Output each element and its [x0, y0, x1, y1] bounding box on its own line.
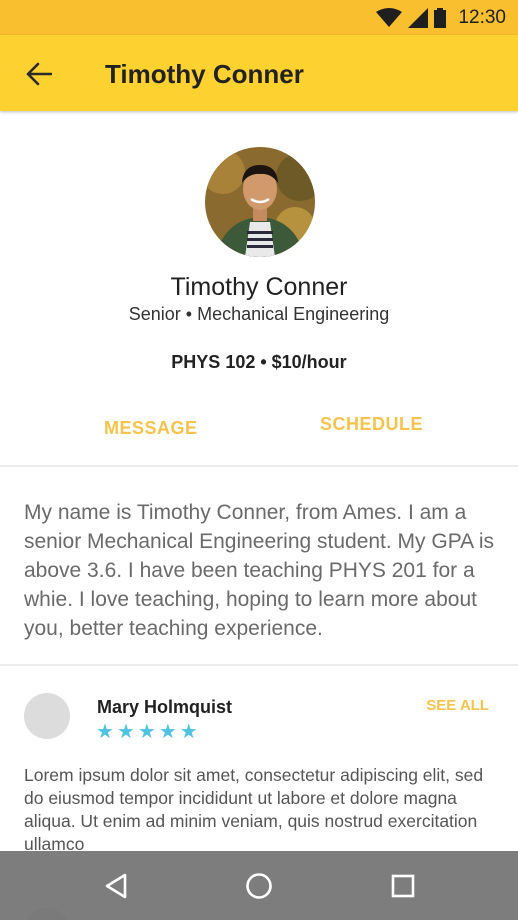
- rating-stars: ★ ★ ★ ★ ★: [96, 721, 198, 743]
- schedule-button[interactable]: SCHEDULE: [320, 414, 423, 435]
- course-rate: PHYS 102 • $10/hour: [171, 352, 347, 372]
- nav-recents-icon: [391, 874, 415, 898]
- profile-subtitle: Senior • Mechanical Engineering: [128, 304, 390, 324]
- nav-home-icon: [246, 873, 272, 899]
- divider: [0, 664, 518, 666]
- status-icons: 12:30: [376, 6, 506, 30]
- review-avatar: [24, 693, 70, 739]
- profile-name: Timothy Conner: [170, 273, 348, 301]
- review-text: Lorem ipsum dolor sit amet, consectetur …: [24, 765, 484, 854]
- star-icon: ★: [179, 721, 198, 743]
- star-icon: ★: [158, 721, 177, 743]
- bio-text: My name is Timothy Conner, from Ames. I …: [24, 501, 495, 640]
- status-time: 12:30: [458, 7, 506, 28]
- nav-back-button[interactable]: [96, 867, 136, 905]
- cell-signal-icon: [408, 8, 429, 28]
- divider: [0, 465, 518, 467]
- nav-home-button[interactable]: [239, 867, 279, 905]
- reviewer-name: Mary Holmquist: [97, 697, 233, 717]
- star-icon: ★: [137, 721, 156, 743]
- message-button[interactable]: MESSAGE: [104, 418, 198, 439]
- profile-photo: [205, 147, 315, 257]
- profile-avatar: [205, 147, 315, 257]
- system-nav-bar: [0, 851, 518, 920]
- star-icon: ★: [96, 721, 114, 743]
- star-icon: ★: [116, 721, 135, 743]
- see-all-link[interactable]: SEE ALL: [426, 697, 489, 714]
- nav-recents-button[interactable]: [383, 867, 423, 905]
- wifi-icon: [376, 8, 403, 27]
- battery-icon: [434, 8, 447, 28]
- back-button[interactable]: [22, 59, 56, 89]
- app-bar: Timothy Conner: [0, 35, 518, 111]
- arrow-back-icon: [26, 62, 52, 86]
- nav-back-icon: [105, 873, 127, 899]
- page-title: Timothy Conner: [105, 59, 304, 89]
- status-bar: 12:30: [0, 0, 518, 35]
